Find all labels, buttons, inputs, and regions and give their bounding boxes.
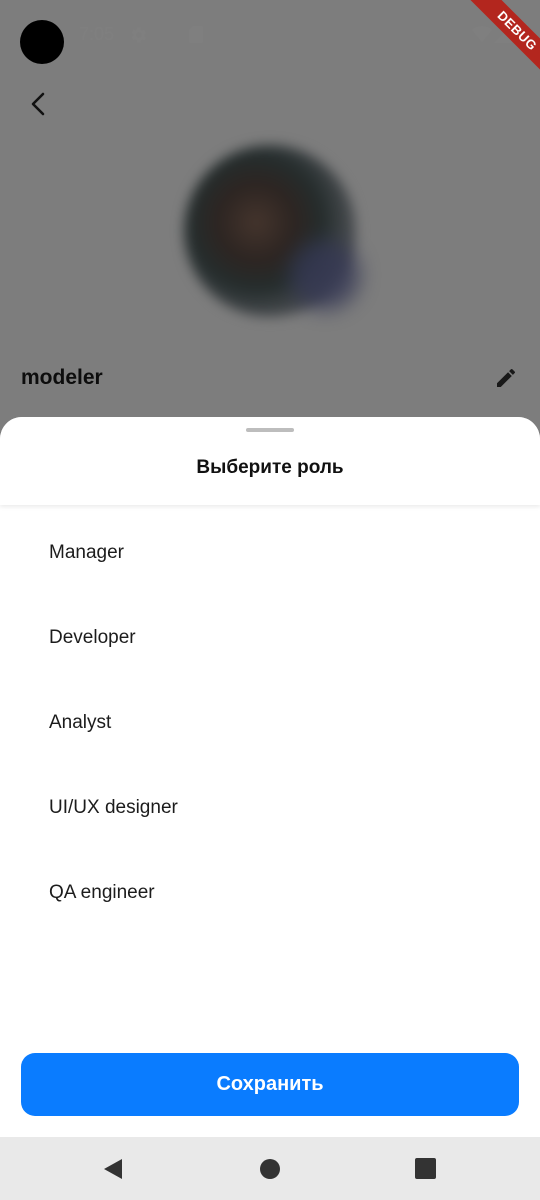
nav-back-icon[interactable] <box>101 1157 125 1181</box>
sheet-title: Выберите роль <box>196 457 344 478</box>
role-picker-sheet: Выберите роль Manager Developer Analyst … <box>0 417 540 1137</box>
role-item-manager[interactable]: Manager <box>0 510 540 595</box>
system-navigation-bar <box>0 1137 540 1200</box>
role-item-analyst[interactable]: Analyst <box>0 680 540 765</box>
role-list: Manager Developer Analyst UI/UX designer… <box>0 510 540 935</box>
role-item-ui-ux-designer[interactable]: UI/UX designer <box>0 765 540 850</box>
nav-home-icon[interactable] <box>259 1158 281 1180</box>
role-item-qa-engineer[interactable]: QA engineer <box>0 850 540 935</box>
drag-handle[interactable] <box>246 428 294 432</box>
nav-recents-icon[interactable] <box>415 1158 436 1179</box>
sheet-header: Выберите роль <box>0 417 540 505</box>
role-item-developer[interactable]: Developer <box>0 595 540 680</box>
save-button[interactable]: Сохранить <box>21 1053 519 1116</box>
